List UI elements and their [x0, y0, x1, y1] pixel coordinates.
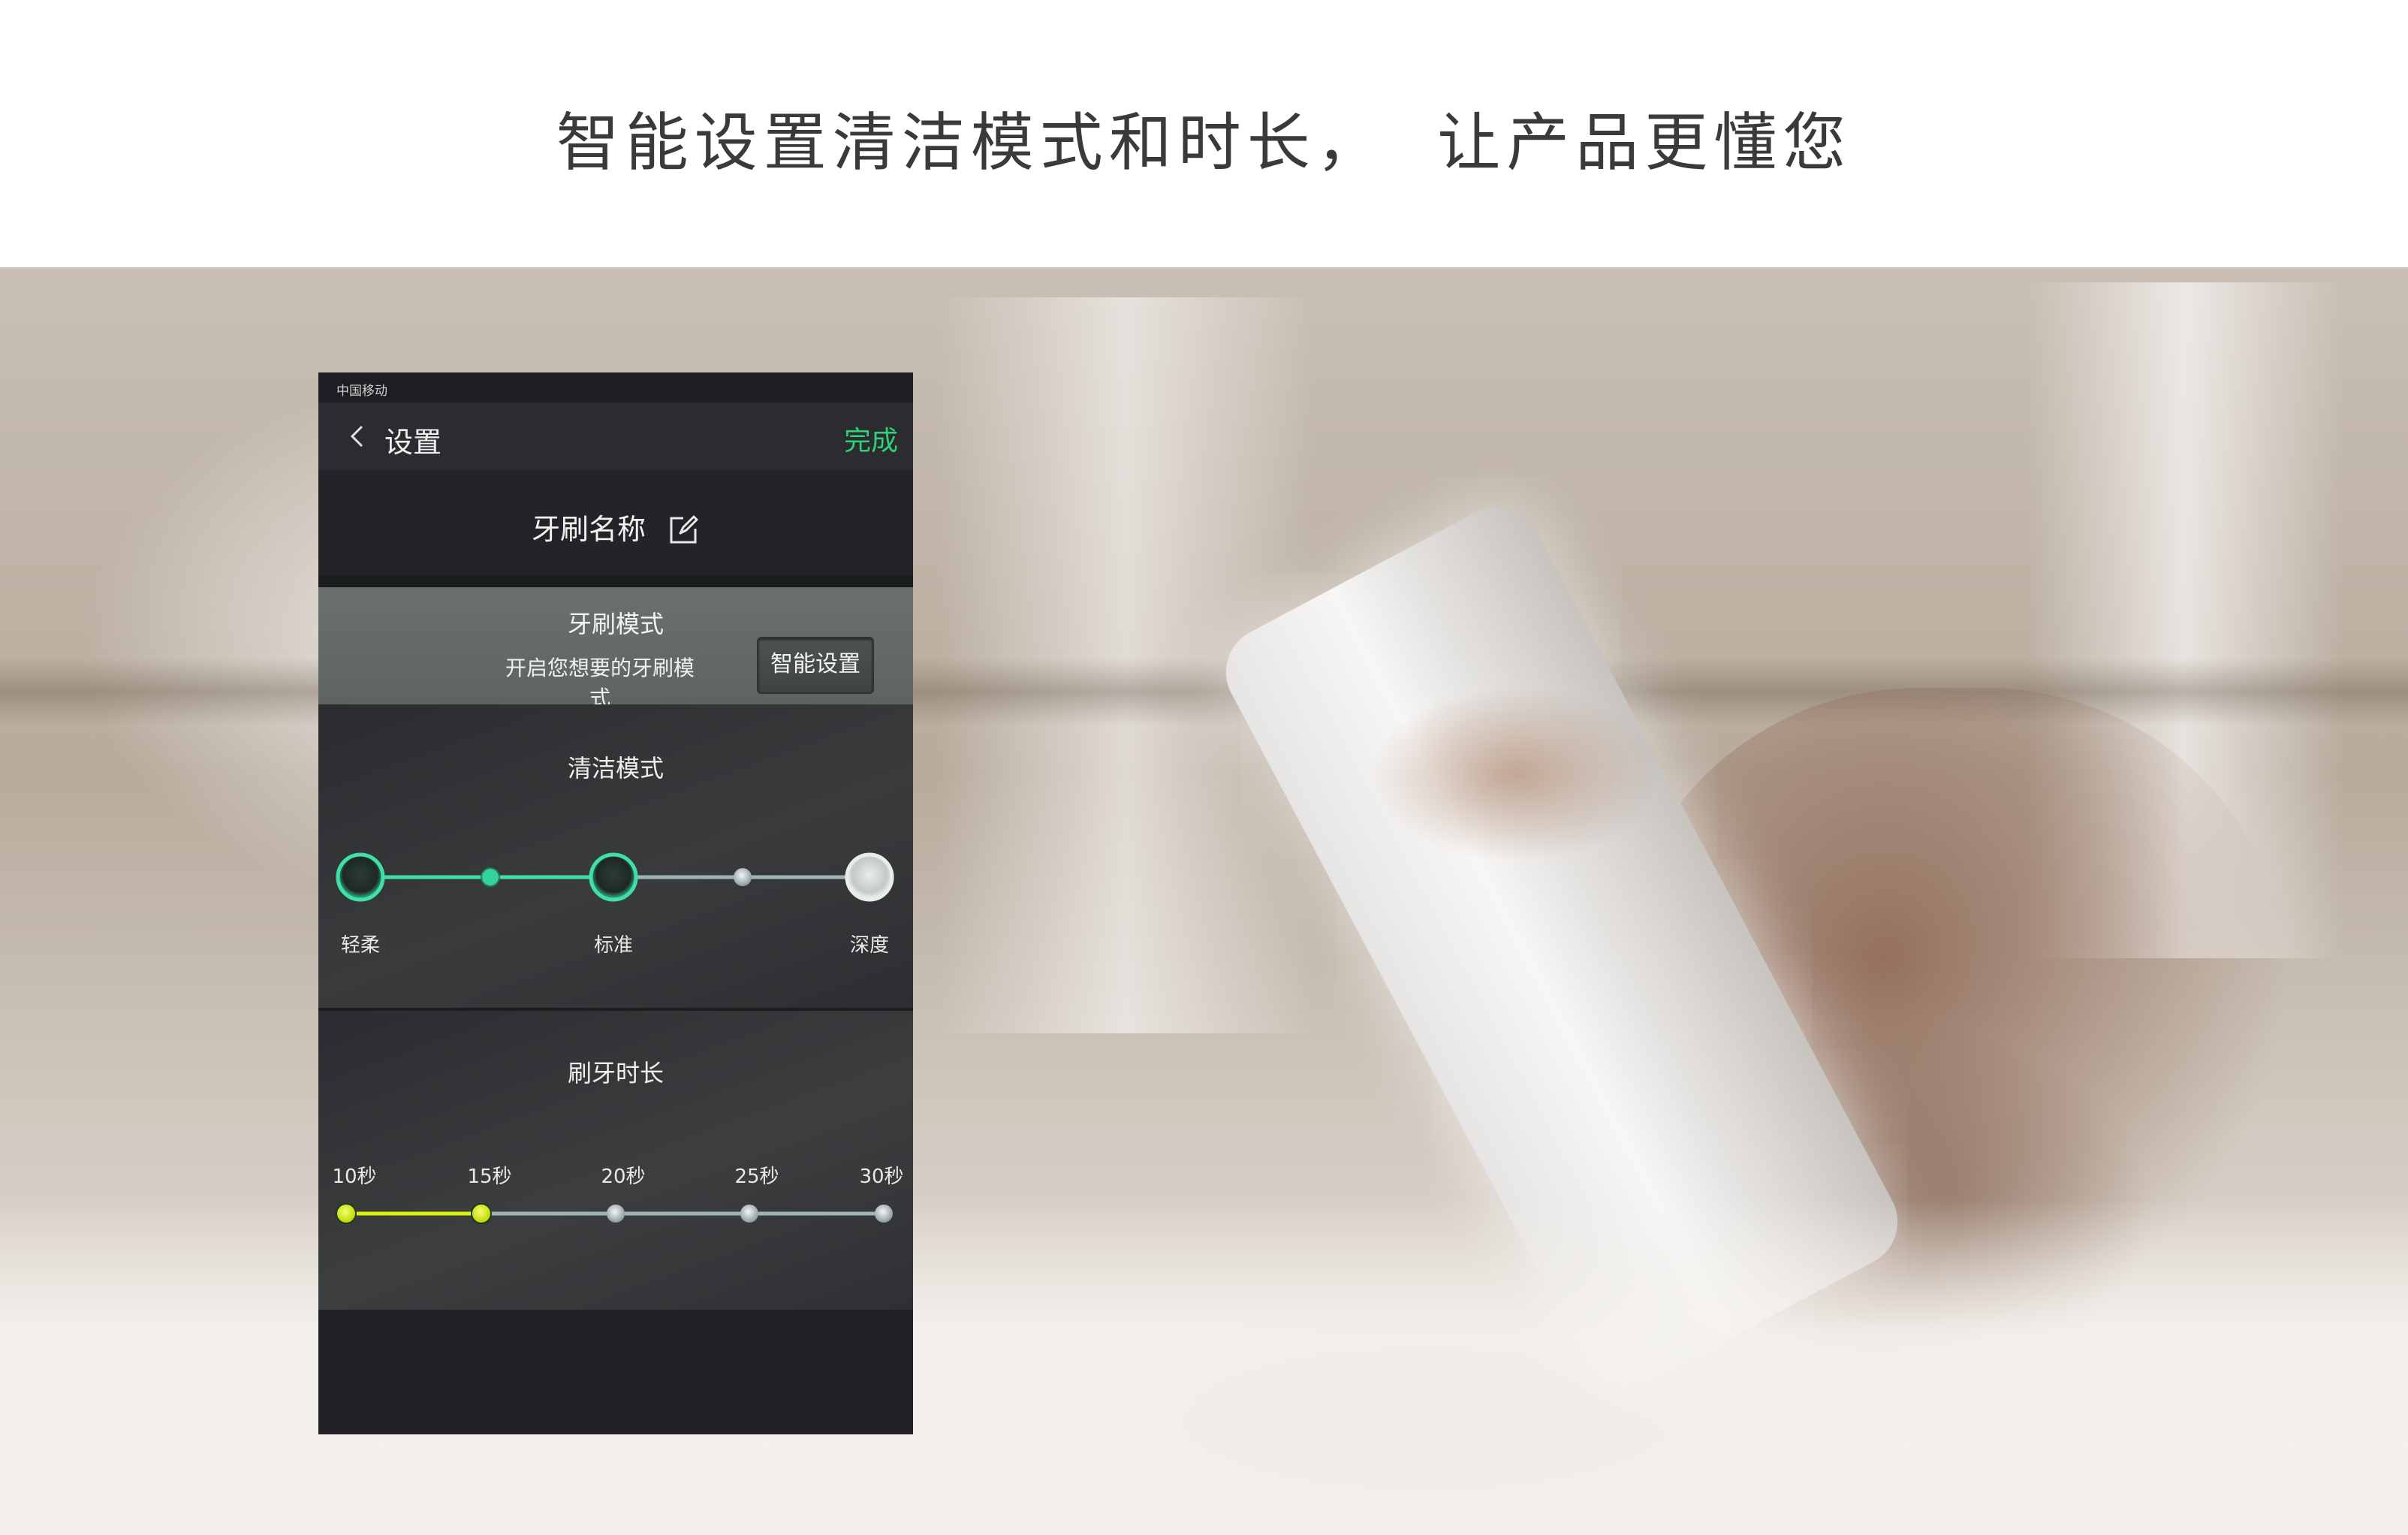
clean-midpoint-dot	[481, 867, 500, 887]
empty-bottom-area	[318, 1310, 913, 1434]
duration-stop-25[interactable]	[740, 1205, 758, 1223]
clean-midpoint-dot	[734, 868, 752, 886]
clean-mode-section: 清洁模式 轻柔 标准 深度	[318, 704, 913, 1008]
divider	[318, 575, 913, 587]
brush-duration-section: 刷牙时长 10秒 15秒 20秒 25秒 30秒	[318, 1011, 913, 1310]
duration-stop-15[interactable]	[471, 1203, 492, 1224]
duration-label-10: 10秒	[332, 1166, 377, 1188]
clean-label-gentle: 轻柔	[340, 934, 380, 957]
toothbrush-name-label: 牙刷名称	[531, 513, 646, 546]
clean-label-deep: 深度	[849, 934, 889, 957]
done-button[interactable]: 完成	[844, 419, 898, 458]
carrier-label: 中国移动	[336, 384, 387, 399]
back-arrow-icon[interactable]	[345, 424, 371, 449]
brush-mode-title: 牙刷模式	[567, 610, 664, 638]
status-bar: 中国移动	[318, 372, 913, 403]
brush-duration-title: 刷牙时长	[567, 1059, 664, 1087]
clean-stop-gentle[interactable]	[336, 852, 385, 902]
clean-mode-title: 清洁模式	[567, 754, 664, 783]
duration-label-30: 30秒	[859, 1166, 904, 1188]
edit-icon[interactable]	[668, 514, 700, 545]
toothbrush-name-row[interactable]: 牙刷名称	[318, 470, 913, 575]
page-headline: 智能设置清洁模式和时长， 让产品更懂您	[556, 106, 1852, 179]
brush-mode-subtitle: 开启您想要的牙刷模式	[505, 656, 695, 710]
duration-label-25: 25秒	[734, 1166, 779, 1188]
brush-mode-row: 牙刷模式 开启您想要的牙刷模式 智能设置	[318, 587, 913, 710]
clean-mode-slider[interactable]	[318, 840, 913, 915]
clean-stop-deep[interactable]	[845, 852, 894, 902]
duration-stop-10[interactable]	[336, 1203, 357, 1224]
phone-screen: 中国移动 设置 完成 牙刷名称 牙刷模式 开启您想要的牙刷模式 智能设置 清洁模…	[318, 372, 913, 1434]
duration-label-20: 20秒	[601, 1166, 646, 1188]
nav-title: 设置	[384, 426, 442, 459]
duration-stop-20[interactable]	[607, 1205, 625, 1223]
duration-stop-30[interactable]	[875, 1205, 893, 1223]
brush-duration-slider[interactable]	[318, 1191, 913, 1236]
clean-label-standard: 标准	[593, 934, 633, 957]
smart-settings-button[interactable]: 智能设置	[757, 637, 874, 694]
clean-stop-standard[interactable]	[589, 852, 638, 902]
duration-label-15: 15秒	[467, 1166, 512, 1188]
nav-bar: 设置 完成	[318, 403, 913, 470]
